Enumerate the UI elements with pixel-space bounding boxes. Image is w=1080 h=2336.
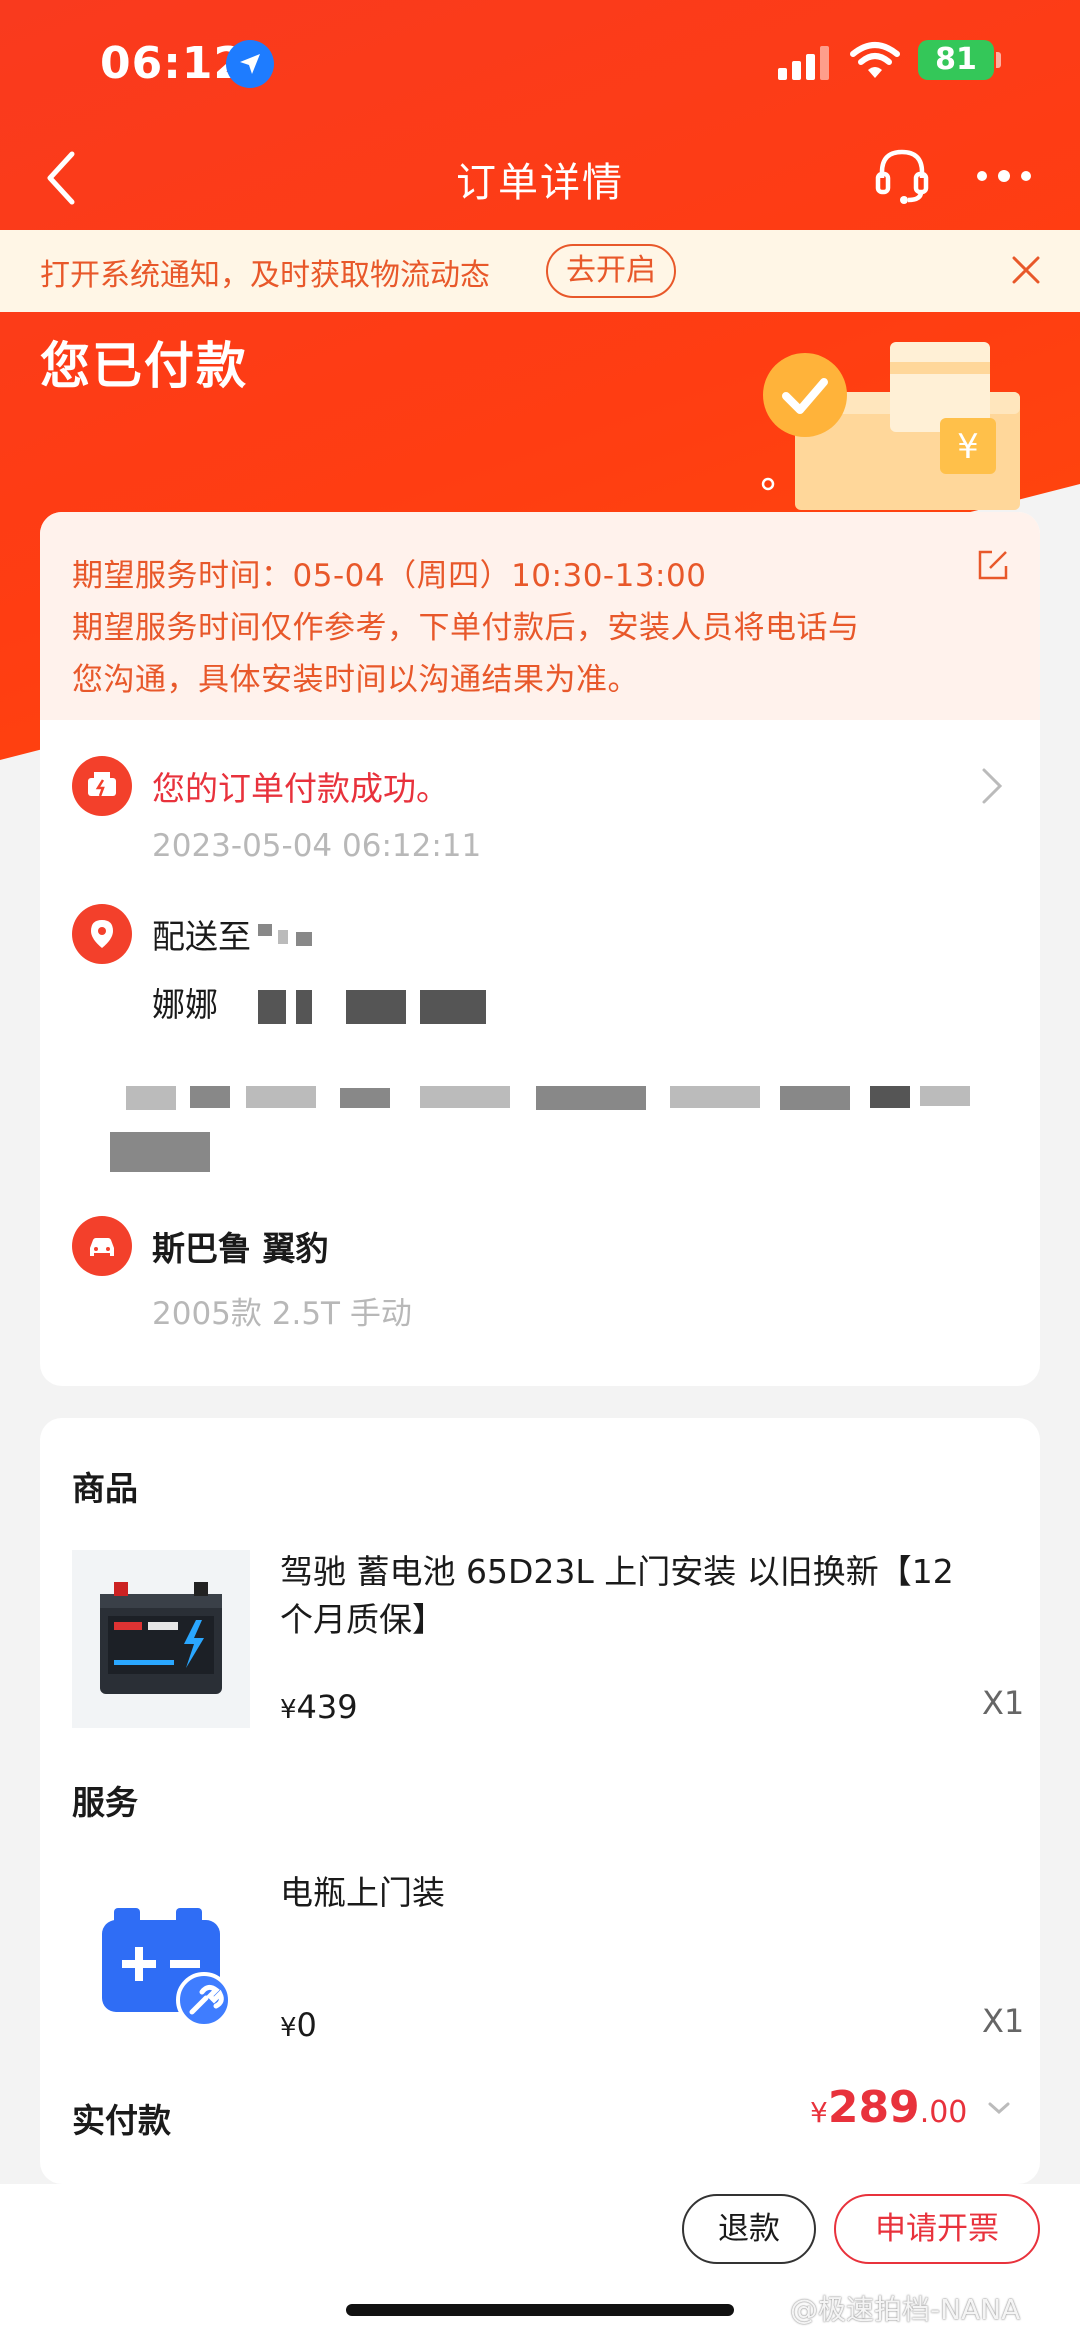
- refund-button[interactable]: 退款: [682, 2194, 816, 2264]
- wifi-icon: [850, 42, 900, 78]
- payment-success-illustration: ¥: [761, 342, 1020, 510]
- battery-level: 81: [935, 42, 977, 77]
- car-model: 2005款 2.5T 手动: [152, 1296, 412, 1332]
- notification-banner: 打开系统通知，及时获取物流动态 去开启: [0, 230, 1080, 312]
- product-price: ¥439: [280, 1688, 358, 1726]
- cellular-signal-icon: [778, 46, 829, 80]
- masked-address-line: [536, 1086, 646, 1110]
- request-invoice-button[interactable]: 申请开票: [834, 2194, 1040, 2264]
- expected-time: 期望服务时间：05-04（周四）10:30-13:00: [72, 558, 707, 594]
- more-icon[interactable]: [976, 164, 1032, 188]
- service-price: ¥0: [280, 2006, 317, 2044]
- watermark: @极速拍档-NANA: [790, 2293, 1021, 2326]
- battery-cap: [996, 52, 1001, 68]
- payment-status-icon: [72, 756, 132, 816]
- payment-time: 2023-05-04 06:12:11: [152, 828, 482, 864]
- masked-address-line: [110, 1132, 210, 1172]
- expected-note-line1: 期望服务时间仅作参考，下单付款后，安装人员将电话与: [72, 610, 860, 646]
- masked-phone: [346, 990, 406, 1024]
- notification-text: 打开系统通知，及时获取物流动态: [40, 258, 490, 293]
- expected-service-time-section: 期望服务时间：05-04（周四）10:30-13:00 期望服务时间仅作参考，下…: [40, 512, 1040, 720]
- masked-address-line: [126, 1086, 176, 1110]
- expected-note-line2: 您沟通，具体安装时间以沟通结果为准。: [72, 662, 639, 698]
- customer-service-icon[interactable]: [874, 146, 930, 206]
- service-quantity: X1: [982, 2002, 1025, 2040]
- masked-address-line: [920, 1086, 970, 1106]
- order-status-title: 您已付款: [40, 337, 248, 395]
- masked-address-line: [670, 1086, 760, 1108]
- products-heading: 商品: [72, 1469, 138, 1508]
- masked-phone: [420, 990, 486, 1024]
- masked-address-line: [420, 1086, 510, 1108]
- car-name: 斯巴鲁 翼豹: [152, 1229, 329, 1268]
- product-quantity: X1: [982, 1684, 1025, 1722]
- masked-address: [296, 932, 312, 946]
- product-name[interactable]: 驾驰 蓄电池 65D23L 上门安装 以旧换新【12个月质保】: [280, 1548, 980, 1644]
- car-icon: [72, 1216, 132, 1276]
- enable-notification-button[interactable]: 去开启: [546, 244, 676, 298]
- paid-amount[interactable]: ¥289.00: [810, 2082, 967, 2133]
- status-time: 06:12: [100, 38, 246, 89]
- chevron-right-icon[interactable]: [980, 766, 1004, 806]
- masked-address-line: [780, 1086, 850, 1110]
- edit-icon[interactable]: [976, 548, 1010, 582]
- recipient-name: 娜娜: [152, 985, 218, 1024]
- paid-amount-label: 实付款: [72, 2101, 171, 2140]
- order-info-card: 期望服务时间：05-04（周四）10:30-13:00 期望服务时间仅作参考，下…: [40, 512, 1040, 1386]
- close-icon[interactable]: [1008, 252, 1044, 288]
- service-name[interactable]: 电瓶上门装: [280, 1866, 445, 1914]
- product-image[interactable]: [72, 1550, 250, 1728]
- masked-address: [258, 924, 272, 936]
- location-pin-icon: [72, 904, 132, 964]
- order-items-card: 商品 驾驰 蓄电池 65D23L 上门安装 以旧换新【12个月质保】 ¥439 …: [40, 1418, 1040, 2184]
- shipping-label: 配送至: [152, 917, 251, 956]
- home-indicator[interactable]: [346, 2304, 734, 2316]
- masked-address-line: [190, 1086, 230, 1108]
- masked-address-line: [870, 1086, 910, 1108]
- svg-text:¥: ¥: [957, 427, 979, 467]
- masked-phone: [258, 990, 286, 1024]
- masked-phone: [296, 990, 312, 1024]
- battery-icon: 81: [918, 40, 994, 80]
- masked-address: [278, 930, 288, 944]
- payment-status-text[interactable]: 您的订单付款成功。: [152, 762, 449, 810]
- status-bar: 06:12 81: [0, 0, 1080, 130]
- masked-address-line: [246, 1086, 316, 1108]
- chevron-down-icon[interactable]: [986, 2100, 1012, 2116]
- service-heading: 服务: [72, 1783, 138, 1822]
- masked-address-line: [340, 1088, 390, 1108]
- nav-bar: 订单详情: [0, 130, 1080, 230]
- location-arrow-icon: [226, 40, 274, 88]
- battery-service-icon: [102, 1908, 232, 2028]
